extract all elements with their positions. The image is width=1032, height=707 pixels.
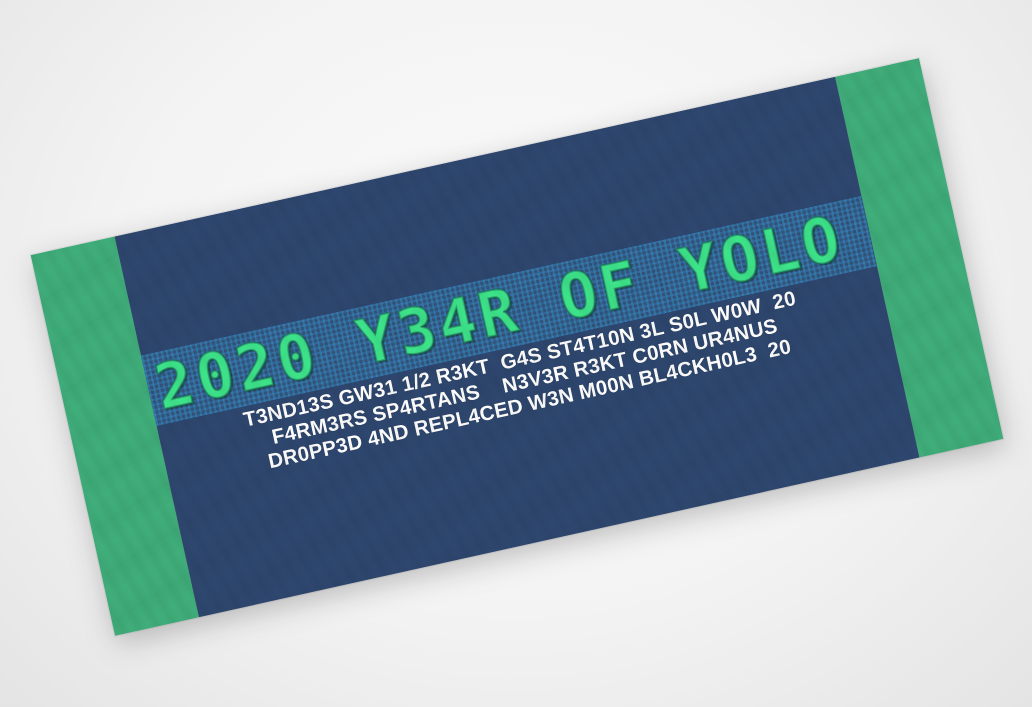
towel-body: 2020 Y34R OF YOLO T3ND13S GW31 1/2 R3KT …: [114, 76, 920, 618]
product-mockup-scene: 2020 Y34R OF YOLO T3ND13S GW31 1/2 R3KT …: [0, 0, 1032, 707]
